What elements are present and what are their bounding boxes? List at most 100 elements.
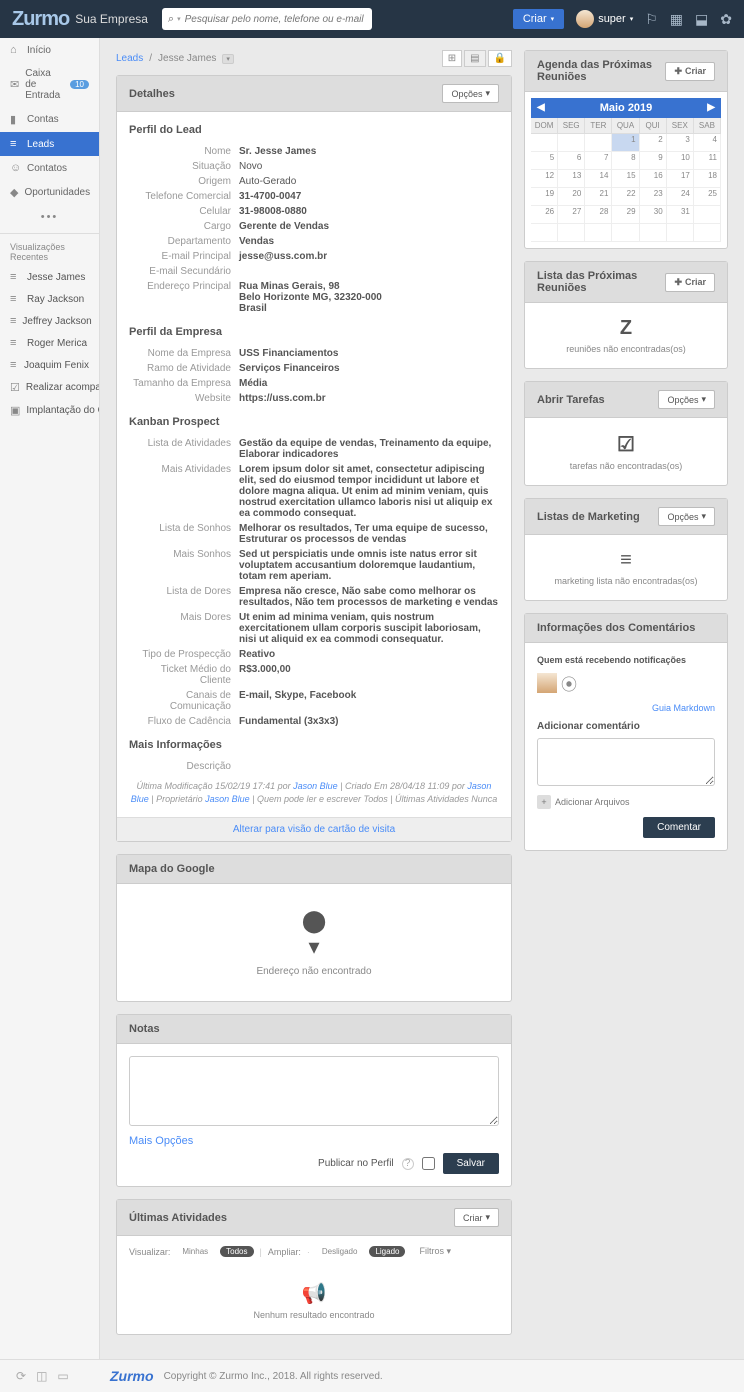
markdown-guide-link[interactable]: Guia Markdown [537,703,715,713]
recent-item[interactable]: ≡Joaquim Fenix [0,354,99,376]
subscriber-avatar[interactable] [537,673,557,693]
attach-files[interactable]: +Adicionar Arquivos [537,795,715,809]
recent-item[interactable]: ≡Ray Jackson [0,288,99,310]
notification-icon[interactable]: ⚐ [645,11,658,28]
meetings-create[interactable]: ✚ Criar [665,273,715,292]
nav-leads[interactable]: ≡Leads [0,132,99,156]
settings-icon[interactable]: ✿ [720,11,732,28]
cal-day[interactable]: 14 [585,170,612,188]
cal-day[interactable] [694,206,721,224]
view-lock[interactable]: 🔒 [488,50,512,67]
marketing-options[interactable]: Opções ▾ [658,507,715,526]
cal-day[interactable] [585,224,612,242]
cal-day[interactable]: 27 [558,206,585,224]
cal-day[interactable]: 8 [612,152,639,170]
cal-day[interactable]: 9 [640,152,667,170]
cal-day[interactable]: 3 [667,134,694,152]
filter-todos[interactable]: Todos [220,1246,253,1257]
meta-modifier-link[interactable]: Jason Blue [293,781,338,791]
cal-day[interactable]: 4 [694,134,721,152]
cal-day[interactable] [585,134,612,152]
cal-day[interactable]: 12 [531,170,558,188]
nav-caixa[interactable]: ✉Caixa de Entrada10 [0,62,99,107]
footer-icon-1[interactable]: ⟳ [16,1369,26,1383]
cal-day[interactable] [558,224,585,242]
notes-more-options[interactable]: Mais Opções [129,1135,193,1147]
save-button[interactable]: Salvar [443,1153,499,1174]
details-options[interactable]: Opções ▾ [442,84,499,103]
cal-day[interactable]: 31 [667,206,694,224]
cal-day[interactable]: 10 [667,152,694,170]
cal-day[interactable]: 15 [612,170,639,188]
cal-day[interactable]: 1 [612,134,639,152]
publish-checkbox[interactable] [422,1157,435,1170]
cal-day[interactable] [558,134,585,152]
search-box[interactable]: ⌕ ▾ [162,8,372,30]
cal-day[interactable]: 19 [531,188,558,206]
search-scope-dropdown-icon[interactable]: ▾ [177,15,181,23]
cal-day[interactable]: 29 [612,206,639,224]
view-list[interactable]: ▤ [464,50,485,67]
footer-icon-3[interactable]: ▭ [57,1369,68,1383]
nav-more[interactable]: ••• [0,205,99,229]
filters-dropdown[interactable]: Filtros ▾ [419,1246,451,1257]
cal-day[interactable]: 13 [558,170,585,188]
nav-inicio[interactable]: ⌂Início [0,38,99,62]
cal-day[interactable]: 11 [694,152,721,170]
recent-item[interactable]: ≡Roger Merica [0,332,99,354]
breadcrumb-dropdown[interactable]: ▾ [222,54,234,64]
nav-contatos[interactable]: ☺Contatos [0,156,99,180]
broadcast-icon[interactable]: ⦿ [561,677,577,694]
breadcrumb-root[interactable]: Leads [116,53,143,64]
recent-item[interactable]: ▣Implantação do C... [0,399,99,422]
calendar-icon[interactable]: ▦ [670,11,683,28]
cal-day[interactable]: 6 [558,152,585,170]
calendar-grid[interactable]: 1234567891011121314151617181920212223242… [531,134,721,242]
cal-day[interactable] [531,224,558,242]
recent-item[interactable]: ≡Jesse James [0,266,99,288]
comment-button[interactable]: Comentar [643,817,715,838]
cal-day[interactable]: 20 [558,188,585,206]
cal-day[interactable] [531,134,558,152]
filter-minhas[interactable]: Minhas [176,1246,214,1257]
nav-contas[interactable]: ▮Contas [0,107,99,132]
cal-day[interactable] [640,224,667,242]
cal-day[interactable]: 30 [640,206,667,224]
filter-desligado[interactable]: Desligado [316,1246,364,1257]
cal-day[interactable]: 18 [694,170,721,188]
search-input[interactable] [185,14,366,25]
cal-day[interactable]: 22 [612,188,639,206]
cal-day[interactable]: 21 [585,188,612,206]
cal-prev[interactable]: ◀ [537,102,545,113]
cal-day[interactable]: 7 [585,152,612,170]
cal-day[interactable] [612,224,639,242]
comment-textarea[interactable] [537,738,715,786]
cal-day[interactable]: 2 [640,134,667,152]
cal-day[interactable]: 16 [640,170,667,188]
notes-textarea[interactable] [129,1056,499,1126]
footer-icon-2[interactable]: ◫ [36,1369,47,1383]
field-email[interactable]: jesse@uss.com.br [239,251,499,262]
cal-day[interactable]: 17 [667,170,694,188]
help-icon[interactable]: ? [402,1158,414,1170]
recent-item[interactable]: ≡Jeffrey Jackson [0,310,99,332]
cal-day[interactable]: 25 [694,188,721,206]
cal-day[interactable]: 28 [585,206,612,224]
agenda-create[interactable]: ✚ Criar [665,62,715,81]
toggle-card-view[interactable]: Alterar para visão de cartão de visita [117,817,511,841]
nav-oportunidades[interactable]: ◆Oportunidades [0,180,99,205]
user-menu[interactable]: super▾ [576,10,633,28]
cal-next[interactable]: ▶ [707,102,715,113]
inbox-icon[interactable]: ⬓ [695,11,708,28]
cal-day[interactable]: 5 [531,152,558,170]
meta-owner-link[interactable]: Jason Blue [205,794,250,804]
view-kanban[interactable]: ⊞ [442,50,462,67]
activities-create[interactable]: Criar ▾ [454,1208,499,1227]
create-button[interactable]: Criar ▾ [513,9,564,29]
cal-day[interactable] [694,224,721,242]
tasks-options[interactable]: Opções ▾ [658,390,715,409]
cal-day[interactable] [667,224,694,242]
cal-day[interactable]: 26 [531,206,558,224]
recent-item[interactable]: ☑Realizar acompan... [0,376,99,399]
field-website[interactable]: https://uss.com.br [239,393,499,404]
